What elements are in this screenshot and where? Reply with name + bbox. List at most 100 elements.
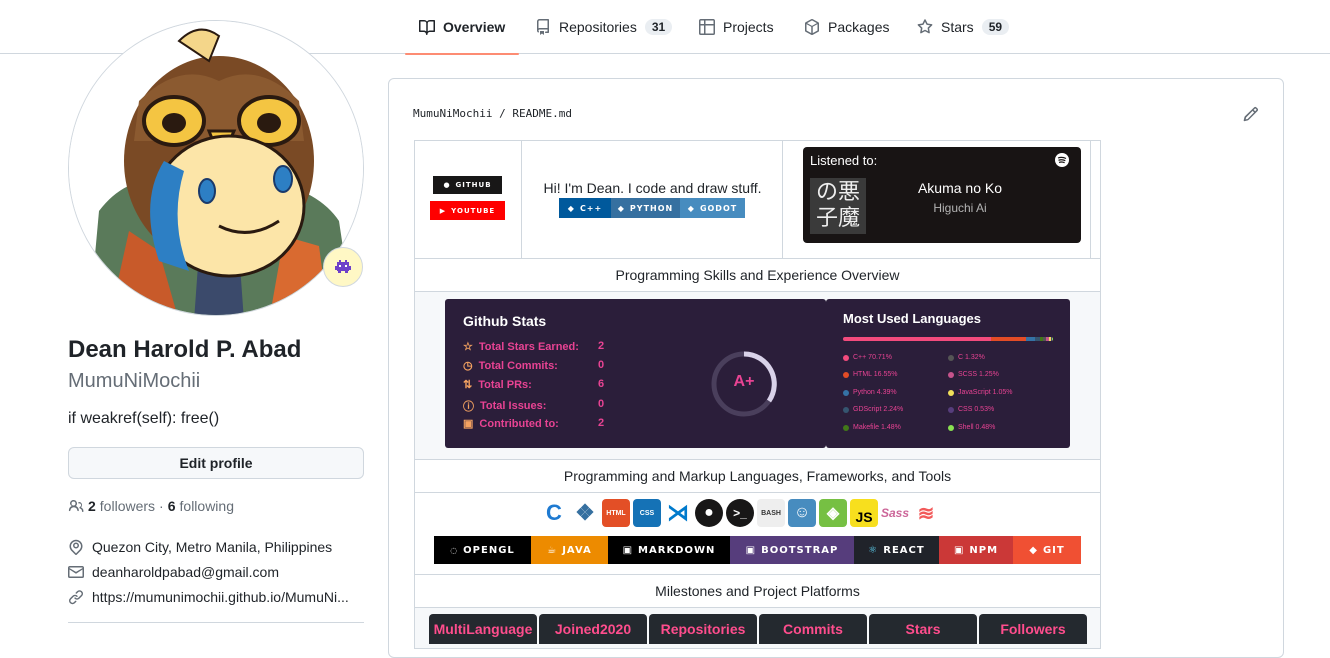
follow-stats: 2 followers · 6 following [68,498,234,514]
tab-packages[interactable]: Packages [804,0,889,54]
cpp-badge[interactable]: ◆ C++ [559,198,611,218]
profile-email[interactable]: deanharoldpabad@gmail.com [68,564,364,580]
website-link[interactable]: https://mumunimochii.github.io/MumuNi... [92,589,349,605]
track-title: Akuma no Ko [917,180,1003,196]
npm-badge[interactable]: ▣ NPM [939,536,1013,564]
tab-label: Overview [443,19,506,35]
readme-owner-link[interactable]: MumuNiMochii [413,107,492,120]
cpp-icon: ◆ [567,203,575,213]
lang-dot [948,371,954,378]
github-badge[interactable]: ● GITHUB [433,176,502,194]
mail-icon [68,566,84,578]
stat-contributed-value: 2 [598,417,605,429]
github-icon: ● [695,499,723,527]
lang-badges: ◆ C++ ◆ PYTHON ◆ GODOT [559,198,745,218]
godot-badge[interactable]: ◆ GODOT [680,198,745,218]
stars-count-badge: 59 [981,19,1010,35]
python-badge[interactable]: ◆ PYTHON [611,198,680,218]
following-link[interactable]: following [180,498,234,514]
react-icon: ⚛ [868,544,879,556]
avatar[interactable] [68,20,364,316]
tool-icons: C ❖ HTML CSS ⋊ ● >_ BASH ☺ ◈ JS Sass ≋ [540,499,940,527]
java-icon: ☕ [547,544,558,556]
tab-repositories[interactable]: Repositories 31 [535,0,673,54]
milestones-row: MultiLanguage Joined2020 Repositories Co… [415,608,1100,648]
repo-count-badge: 31 [644,19,673,35]
issue-icon: ⓘ [463,401,474,413]
star-icon: ☆ [463,341,473,353]
python-icon: ❖ [575,500,595,525]
edit-pencil-icon[interactable] [1243,106,1259,122]
react-badge[interactable]: ⚛ REACT [854,536,939,564]
github-stats-card: Github Stats ☆ Total Stars Earned: 2 ◷ Tot… [445,299,826,448]
tab-projects[interactable]: Projects [699,0,774,54]
sass-icon: Sass [880,506,910,520]
intro-text: Hi! I'm Dean. I code and draw stuff. [543,180,762,196]
godot-icon: ◆ [687,203,695,213]
tab-overview[interactable]: Overview [404,0,520,55]
stat-commits-value: 0 [598,359,605,371]
profile-location: Quezon City, Metro Manila, Philippines [68,539,364,555]
lang-dot [948,389,954,396]
stats-row: Github Stats ☆ Total Stars Earned: 2 ◷ Tot… [415,292,1100,460]
lang-dot [948,424,954,431]
location-pin-icon [69,539,83,555]
sidebar-divider [68,622,364,623]
tools-section-heading: Programming and Markup Languages, Framew… [415,460,1100,493]
lang-scss: SCSS 1.25% [948,371,999,378]
profile-readme: MumuNiMochii / README.md ● GITHUB ▶ YOUTUB… [388,78,1284,658]
skills-section-heading: Programming Skills and Experience Overvi… [415,259,1100,292]
git-badge[interactable]: ◆ GIT [1013,536,1081,564]
python-icon: ◆ [617,203,625,213]
markdown-badge[interactable]: ▣ MARKDOWN [608,536,730,564]
edit-profile-button[interactable]: Edit profile [68,447,364,479]
link-icon [69,590,84,605]
email-link[interactable]: deanharoldpabad@gmail.com [92,564,279,580]
lang-dot [948,406,954,413]
tab-stars[interactable]: Stars 59 [917,0,1010,54]
lang-dot [843,389,849,396]
table-icon [699,19,715,35]
stat-issues-value: 0 [598,398,605,410]
java-badge[interactable]: ☕ JAVA [531,536,608,564]
markdown-icon: ▣ [622,544,634,556]
tools-row: C ❖ HTML CSS ⋊ ● >_ BASH ☺ ◈ JS Sass ≋ ◌… [415,493,1100,575]
vscode-icon: ⋊ [667,500,689,525]
lang-javascript: JavaScript 1.05% [948,389,1012,396]
following-count[interactable]: 6 [168,498,176,514]
youtube-icon: ▶ [439,206,447,215]
spotify-heading: Listened to: [810,153,878,168]
lang-cpp: C++ 70.71% [843,354,892,361]
stat-prs: ⇅ Total PRs: [463,378,532,392]
stats-title: Github Stats [463,313,547,329]
languages-title: Most Used Languages [843,311,981,326]
followers-link[interactable]: followers [100,498,155,514]
lang-dot [948,354,954,361]
bash-icon: BASH [757,499,785,527]
tab-label: Projects [723,19,774,35]
bootstrap-badge[interactable]: ▣ BOOTSTRAP [730,536,854,564]
stat-issues: ⓘ Total Issues: [463,400,547,413]
readme-file-link[interactable]: README.md [512,107,572,120]
lang-dot [843,406,849,413]
youtube-badge[interactable]: ▶ YOUTUBE [430,201,505,220]
profile-full-name: Dean Harold P. Abad [68,336,302,363]
book-icon [419,19,435,35]
profile-website[interactable]: https://mumunimochii.github.io/MumuNi... [68,589,364,605]
tool-badges: ◌ OPENGL ☕ JAVA ▣ MARKDOWN ▣ BOOTSTRAP ⚛ REAC… [434,536,1081,564]
spotify-card[interactable]: Listened to: の悪子魔 Akuma no Ko Higuchi Ai [803,147,1081,243]
location-text: Quezon City, Metro Manila, Philippines [92,539,333,555]
star-icon [917,19,933,34]
people-icon [68,500,84,513]
github-icon: ● [443,181,451,189]
godot-icon: ☺ [788,499,816,527]
c-lang-icon: C [540,499,568,527]
lang-c: C 1.32% [948,354,985,361]
cell-border [1090,141,1091,259]
status-emoji-button[interactable] [323,247,363,287]
html5-icon: HTML [602,499,630,527]
opengl-badge[interactable]: ◌ OPENGL [434,536,531,564]
grade-text: A+ [733,373,755,390]
followers-count[interactable]: 2 [88,498,96,514]
stat-prs-value: 6 [598,378,605,390]
